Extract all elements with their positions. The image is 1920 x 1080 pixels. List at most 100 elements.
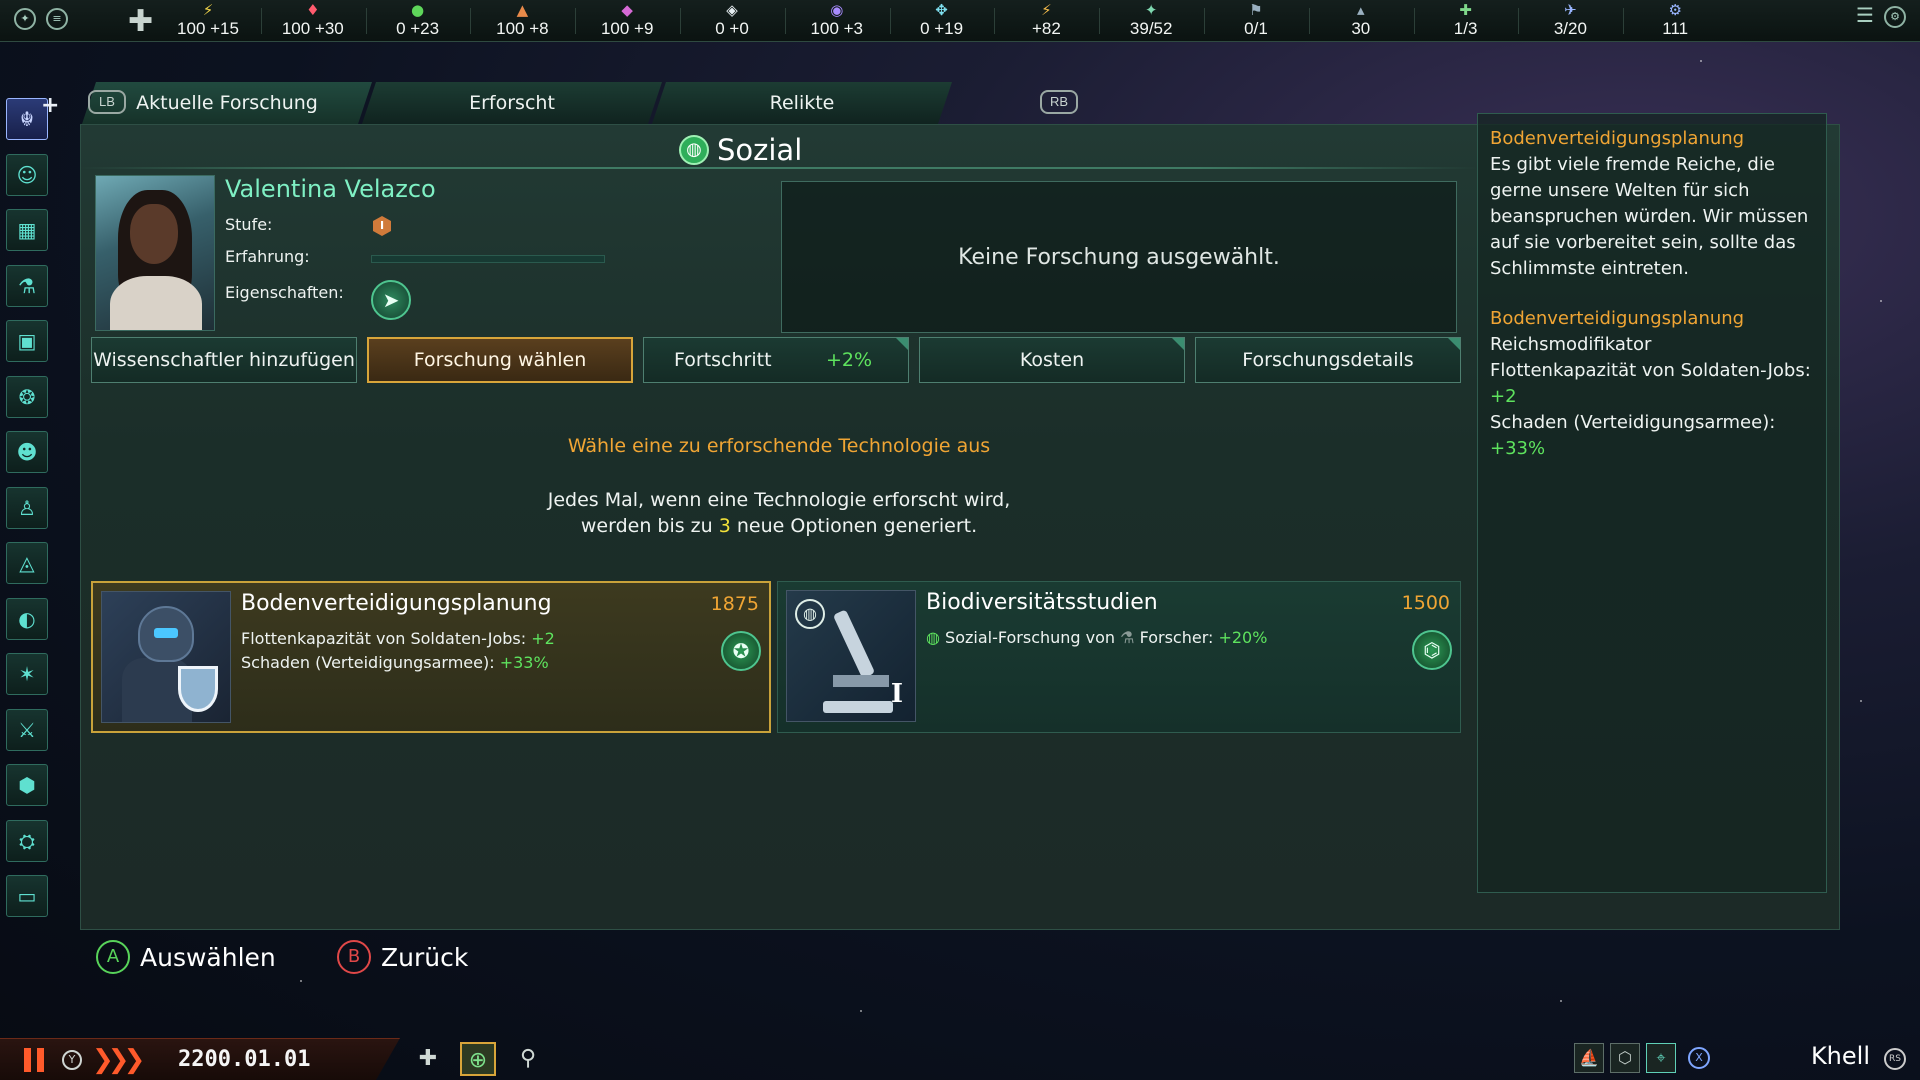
resource-item[interactable]: ▴ 30 (1309, 2, 1413, 40)
choose-tech-prompt: Wähle eine zu erforschende Technologie a… (567, 435, 991, 457)
sidebar-item-planets[interactable]: ▦ (6, 209, 48, 251)
research-details-button[interactable]: Forschungsdetails (1195, 337, 1461, 383)
sidebar-item-market[interactable]: ⛭ (6, 819, 48, 862)
sidebar-item-policies[interactable]: ◬ (6, 542, 48, 584)
game-speed-icon[interactable]: ❯❯❯ (92, 1045, 139, 1075)
military-category-icon: ✪ (721, 631, 761, 671)
rb-button[interactable]: RB (1040, 90, 1078, 114)
sidebar-item-wars[interactable]: ⚔ (6, 708, 48, 751)
progress-button[interactable]: Fortschritt +2% (643, 337, 909, 383)
starbase-outliner-icon[interactable]: ⬡ (1610, 1043, 1640, 1073)
resource-value: 0 +23 (396, 19, 440, 38)
resource-separator (470, 8, 472, 34)
corner-marker (1172, 338, 1184, 350)
top-left-controls: ✦ ≡ (14, 8, 68, 30)
research-view-icon[interactable]: ⊕ (460, 1042, 496, 1076)
resource-item[interactable]: ● 0 +23 (366, 2, 470, 40)
settings-icon[interactable]: ⚙ (1884, 6, 1906, 28)
empire-flag-icon[interactable]: ✦ (14, 8, 36, 30)
tech-effect-value: +20% (1218, 628, 1268, 647)
unity-icon: ◉ (830, 1, 844, 19)
trait-icon[interactable]: ➤ (371, 280, 411, 320)
society-globe-icon: ◍ (795, 599, 825, 629)
biology-category-icon: ⌬ (1412, 630, 1452, 670)
back-hint[interactable]: B Zurück (337, 940, 468, 974)
resource-item[interactable]: ⚡ +82 (994, 2, 1098, 40)
resource-separator (1518, 8, 1520, 34)
tab-relics[interactable]: Relikte (652, 82, 952, 124)
sidebar-item-factions[interactable]: ☻ (6, 431, 48, 473)
starbase-icon: ⚑ (1249, 1, 1263, 19)
resource-value: 30 (1351, 19, 1371, 38)
dpad-icon: ✚ (418, 1046, 438, 1071)
tech-option-biodiversity[interactable]: ◍ I Biodiversitätsstudien 1500 ◍ Sozial-… (777, 581, 1461, 733)
options-count: 3 (718, 515, 731, 537)
game-date: 2200.01.01 (178, 1047, 311, 1072)
sidebar-item-galaxy[interactable]: ◐ (6, 597, 48, 640)
no-research-text: Keine Forschung ausgewählt. (958, 244, 1280, 270)
tab-current-research-label: Aktuelle Forschung (136, 92, 318, 114)
sidebar-item-ships[interactable]: ▣ (6, 320, 48, 362)
search-icon[interactable]: ⚲ (510, 1042, 546, 1076)
pause-icon[interactable] (24, 1048, 46, 1072)
tech-cost: 1500 (1401, 592, 1450, 614)
tech-effect-text: Forscher: (1139, 628, 1219, 647)
tech-title: Bodenverteidigungsplanung (241, 591, 552, 616)
add-scientist-button[interactable]: Wissenschaftler hinzufügen (91, 337, 357, 383)
resource-item[interactable]: ⚡ 100 +15 (156, 2, 260, 40)
menu-icon[interactable]: ≡ (46, 8, 68, 30)
resource-item[interactable]: ✈ 3/20 (1518, 2, 1622, 40)
choose-research-button[interactable]: Forschung wählen (367, 337, 633, 383)
sidebar-item-messages[interactable]: ▭ (6, 875, 48, 917)
resource-separator (365, 8, 367, 34)
left-sidebar: ☬ + ☺ ▦ ⚗ ▣ ❂ ☻ ♙ ◬ ◐ ✶ ⚔ ⬢ ⛭ ▭ (6, 93, 59, 931)
tech-effect-text: Schaden (Verteidigungsarmee): (241, 653, 500, 672)
info-modifier-1-value: +2 (1490, 386, 1517, 407)
sidebar-item-leaders[interactable]: ♙ (6, 486, 48, 529)
x-button-icon: X (1688, 1047, 1710, 1069)
resource-separator (1623, 8, 1625, 34)
resource-item[interactable]: ◉ 100 +3 (785, 2, 889, 40)
sidebar-item-contacts[interactable]: ☺ (6, 153, 48, 196)
sidebar-item-empire[interactable]: ☬ + (6, 93, 59, 140)
planets-icon: ✦ (1144, 1, 1158, 19)
select-hint[interactable]: A Auswählen (96, 940, 276, 974)
tech-tier: I (890, 679, 903, 709)
resource-item[interactable]: ♦ 100 +30 (261, 2, 365, 40)
scientist-portrait[interactable] (95, 175, 215, 331)
cost-button[interactable]: Kosten (919, 337, 1185, 383)
options-explanation-pre: werden bis zu (580, 515, 719, 537)
hamburger-menu-icon[interactable]: ☰ (1854, 5, 1876, 28)
tab-researched-label: Erforscht (469, 92, 555, 114)
dpad-icon: ✚ (128, 4, 154, 39)
y-button-icon: Y (62, 1050, 82, 1070)
sidebar-item-federation[interactable]: ⬢ (6, 764, 48, 806)
fleet-outliner-icon[interactable]: ⛵ (1574, 1043, 1604, 1073)
tab-researched[interactable]: Erforscht (362, 82, 662, 124)
a-button-icon: A (96, 940, 130, 974)
tech-option-ground-defense[interactable]: Bodenverteidigungsplanung 1875 Flottenka… (91, 581, 771, 733)
sidebar-item-species[interactable]: ❂ (6, 375, 48, 418)
plus-icon: + (41, 93, 60, 118)
naval-capacity-icon: ⚙ (1668, 1, 1682, 19)
resource-item[interactable]: ◆ 100 +9 (575, 2, 679, 40)
science-ship-outliner-icon[interactable]: ⌖ (1646, 1043, 1676, 1073)
ground-defense-art (101, 591, 231, 723)
resource-item[interactable]: ✦ 39/52 (1099, 2, 1203, 40)
tech-effect: ◍ Sozial-Forschung von ⚗ Forscher: +20% (926, 628, 1267, 647)
resource-item[interactable]: ✥ 0 +19 (890, 2, 994, 40)
sidebar-item-research[interactable]: ⚗ (6, 264, 48, 307)
resource-item[interactable]: ⚙ 111 (1623, 2, 1727, 40)
trade-icon: ⚡ (1041, 1, 1052, 19)
resource-item[interactable]: ▲ 100 +8 (470, 2, 574, 40)
resource-item[interactable]: ◈ 0 +0 (680, 2, 784, 40)
scientist-name: Valentina Velazco (225, 175, 436, 203)
lb-button[interactable]: LB (88, 90, 126, 114)
sidebar-item-traditions[interactable]: ✶ (6, 653, 48, 695)
no-research-box: Keine Forschung ausgewählt. (781, 181, 1457, 333)
resource-item[interactable]: ⚑ 0/1 (1204, 2, 1308, 40)
choose-research-label: Forschung wählen (413, 349, 587, 371)
resource-separator (575, 8, 577, 34)
resource-item[interactable]: ✚ 1/3 (1414, 2, 1518, 40)
options-explanation-post: neue Optionen generiert. (730, 515, 978, 537)
